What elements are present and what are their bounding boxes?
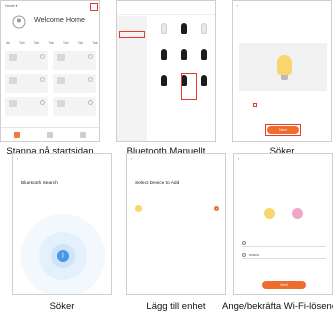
room-tabs: All Tab Tab Tab Tab Tab Tab	[6, 41, 98, 45]
found-device-row[interactable]: +	[135, 203, 219, 213]
screen-reset-device: ‹ Next	[232, 0, 332, 142]
password-value: ••••••••	[249, 252, 260, 257]
bulb-icon	[161, 49, 167, 60]
power-icon[interactable]	[40, 100, 45, 105]
device-card[interactable]	[5, 97, 48, 116]
category-highlight[interactable]	[119, 31, 145, 38]
caption-add-device: Lägg till enhet	[146, 301, 206, 312]
select-device-title: Select Device to Add	[135, 181, 180, 186]
home-title: Welcome Home	[34, 15, 85, 24]
add-button-highlight[interactable]	[90, 3, 98, 11]
bulb-icon	[181, 49, 187, 60]
caption-searching-2: Söker	[49, 301, 75, 312]
product-item[interactable]	[175, 21, 193, 47]
confirm-checkbox[interactable]	[253, 103, 257, 107]
back-link[interactable]: ‹	[131, 157, 132, 161]
wifi-2g-icon	[264, 208, 275, 219]
status-bar: Home ▾	[5, 4, 18, 8]
add-device-button[interactable]: +	[214, 205, 219, 211]
home-tab-icon[interactable]	[14, 131, 21, 138]
wifi-icon	[242, 240, 246, 245]
back-link[interactable]: ‹	[238, 157, 239, 161]
category-item[interactable]	[117, 49, 147, 60]
bluetooth-icon: ᛒ	[57, 250, 69, 262]
product-highlight[interactable]	[181, 73, 197, 100]
home-subtitle-placeholder	[34, 24, 84, 28]
screen-wifi-password: ‹ •••••••• Next	[233, 153, 333, 295]
category-item[interactable]	[117, 16, 147, 27]
product-item[interactable]	[195, 21, 213, 47]
tab[interactable]: Tab	[34, 41, 40, 45]
bulb-icon	[181, 23, 187, 34]
category-item[interactable]	[117, 115, 147, 126]
product-item[interactable]	[195, 47, 213, 73]
bulb-icon	[277, 55, 292, 75]
tab[interactable]: Tab	[92, 41, 98, 45]
power-icon[interactable]	[40, 77, 45, 82]
bulb-icon	[135, 204, 142, 212]
device-card[interactable]	[53, 97, 96, 116]
category-item[interactable]	[117, 93, 147, 104]
wifi-password-field[interactable]: ••••••••	[242, 251, 326, 259]
bottom-nav	[1, 127, 99, 141]
power-icon[interactable]	[88, 77, 93, 82]
product-item[interactable]	[155, 21, 173, 47]
category-item[interactable]	[117, 104, 147, 115]
lock-icon	[242, 252, 246, 257]
top-bar	[117, 1, 215, 15]
profile-tab-icon[interactable]	[79, 131, 86, 138]
bulb-icon	[161, 75, 167, 86]
device-card[interactable]	[53, 74, 96, 93]
tab[interactable]: Tab	[19, 41, 25, 45]
tab[interactable]: All	[6, 41, 10, 45]
device-card[interactable]	[5, 74, 48, 93]
product-item[interactable]	[155, 47, 173, 73]
next-button[interactable]: Next	[262, 281, 306, 289]
power-icon[interactable]	[88, 54, 93, 59]
bulb-base	[281, 75, 288, 80]
product-item[interactable]	[155, 73, 173, 99]
tab[interactable]: Tab	[77, 41, 83, 45]
bulb-icon	[201, 23, 207, 34]
product-item[interactable]	[195, 73, 213, 99]
confirm-checkbox-row[interactable]	[253, 103, 257, 107]
wifi-5g-icon	[292, 208, 303, 219]
tab[interactable]: Tab	[48, 41, 54, 45]
device-card[interactable]	[53, 51, 96, 70]
next-highlight[interactable]	[265, 124, 301, 136]
device-card[interactable]	[5, 51, 48, 70]
bluetooth-search-title: Bluetooth Search	[21, 181, 58, 186]
power-icon[interactable]	[40, 54, 45, 59]
back-link[interactable]: ‹	[237, 4, 238, 8]
category-item[interactable]	[117, 60, 147, 71]
home-avatar-icon	[12, 15, 26, 29]
bulb-illustration	[239, 43, 327, 91]
power-icon[interactable]	[88, 100, 93, 105]
category-item[interactable]	[117, 71, 147, 82]
device-icon	[57, 54, 65, 61]
bulb-icon	[201, 49, 207, 60]
device-icon	[9, 54, 17, 61]
caption-wifi-password: Ange/bekräfta Wi-Fi-lösenord	[222, 301, 333, 312]
bulb-icon	[201, 75, 207, 86]
device-icon	[57, 100, 65, 107]
device-icon	[9, 77, 17, 84]
back-link[interactable]: ‹	[17, 157, 18, 161]
tab[interactable]: Tab	[63, 41, 69, 45]
wifi-ssid-field[interactable]	[242, 239, 326, 247]
category-item[interactable]	[117, 38, 147, 49]
device-icon	[9, 100, 17, 107]
screen-home: Home ▾ Welcome Home All Tab Tab Tab Tab …	[0, 0, 100, 142]
smart-tab-icon[interactable]	[46, 131, 53, 138]
product-item[interactable]	[175, 47, 193, 73]
category-item[interactable]	[117, 82, 147, 93]
screen-bluetooth-search: ‹ Bluetooth Search ᛒ	[12, 153, 112, 295]
screen-select-device: ‹ Select Device to Add +	[126, 153, 226, 295]
bulb-icon	[161, 23, 167, 34]
screen-add-device-manual	[116, 0, 216, 142]
device-icon	[57, 77, 65, 84]
